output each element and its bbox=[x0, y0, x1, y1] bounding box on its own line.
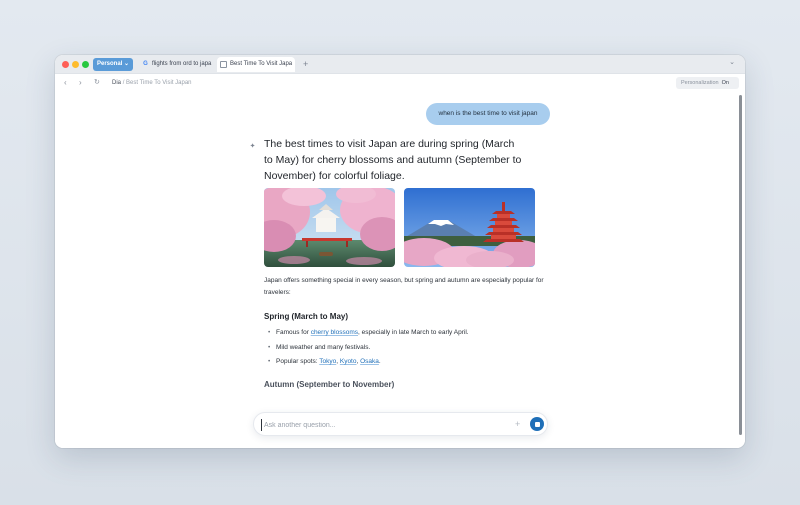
personalization-toggle[interactable]: Personalization On bbox=[676, 77, 739, 89]
personalization-state: On bbox=[721, 80, 729, 86]
spring-section-title: Spring (March to May) bbox=[264, 312, 349, 321]
tab-label: flights from ord to japa bbox=[152, 61, 212, 67]
profile-switcher[interactable]: Personal ⌄ bbox=[93, 58, 133, 71]
composer: + bbox=[253, 412, 548, 436]
tokyo-link[interactable]: Tokyo bbox=[319, 358, 336, 365]
list-item: Mild weather and many festivals. bbox=[268, 342, 548, 357]
new-tab-button[interactable]: + bbox=[303, 57, 308, 72]
breadcrumb-page: Best Time To Visit Japan bbox=[126, 80, 192, 86]
answer-headline: The best times to visit Japan are during… bbox=[264, 138, 522, 182]
scrollbar[interactable] bbox=[739, 95, 742, 435]
breadcrumb-separator: / bbox=[122, 80, 125, 86]
forward-arrow-icon[interactable]: › bbox=[79, 78, 82, 88]
user-message-bubble: when is the best time to visit japan bbox=[426, 103, 550, 125]
browser-window: Personal ⌄ G flights from ord to japa Be… bbox=[55, 55, 745, 448]
stop-icon bbox=[534, 421, 540, 427]
back-arrow-icon[interactable]: ‹ bbox=[64, 78, 67, 88]
kyoto-link[interactable]: Kyoto bbox=[340, 358, 357, 365]
bullet-text: Famous for bbox=[276, 329, 311, 336]
mount-fuji-pagoda-photo[interactable] bbox=[404, 188, 535, 267]
tab-label: Best Time To Visit Japa bbox=[230, 61, 293, 67]
breadcrumb: Dia / Best Time To Visit Japan bbox=[112, 80, 192, 86]
ask-input[interactable] bbox=[261, 419, 501, 431]
tab-list-chevron-icon[interactable]: ⌄ bbox=[729, 58, 735, 66]
intro-paragraph: Japan offers something special in every … bbox=[264, 277, 544, 296]
document-icon bbox=[220, 61, 227, 68]
cherry-blossom-photo[interactable] bbox=[264, 188, 395, 267]
bullet-text: . bbox=[378, 358, 381, 365]
profile-label: Personal bbox=[97, 61, 123, 67]
spring-bullet-list: Famous for cherry blossoms, especially i… bbox=[268, 327, 548, 371]
list-item: Famous for cherry blossoms, especially i… bbox=[268, 327, 548, 342]
tab-flights[interactable]: G flights from ord to japa bbox=[139, 57, 213, 72]
chat-content: when is the best time to visit japan ✦ T… bbox=[55, 93, 745, 448]
sparkle-icon: ✦ bbox=[249, 143, 256, 150]
osaka-link[interactable]: Osaka bbox=[360, 358, 379, 365]
bullet-text: Popular spots: bbox=[276, 358, 320, 365]
autumn-section-title: Autumn (September to November) bbox=[264, 380, 395, 389]
breadcrumb-root[interactable]: Dia bbox=[112, 80, 121, 86]
personalization-label: Personalization bbox=[681, 80, 719, 86]
list-item: Popular spots: Tokyo, Kyoto, Osaka. bbox=[268, 356, 548, 371]
add-attachment-button[interactable]: + bbox=[515, 418, 520, 430]
close-window-button[interactable] bbox=[62, 61, 69, 68]
tab-bar: Personal ⌄ G flights from ord to japa Be… bbox=[55, 55, 745, 74]
minimize-window-button[interactable] bbox=[72, 61, 79, 68]
reload-icon[interactable]: ↻ bbox=[94, 78, 100, 88]
toolbar: ‹ › ↻ Dia / Best Time To Visit Japan Per… bbox=[55, 74, 745, 93]
google-icon: G bbox=[143, 61, 148, 67]
cherry-blossoms-link[interactable]: cherry blossoms bbox=[311, 329, 358, 336]
stop-generation-button[interactable] bbox=[530, 417, 544, 431]
maximize-window-button[interactable] bbox=[82, 61, 89, 68]
chevron-down-icon: ⌄ bbox=[123, 61, 129, 67]
tab-best-time-japan[interactable]: Best Time To Visit Japa bbox=[217, 57, 295, 72]
bullet-text: , especially in late March to early Apri… bbox=[358, 329, 469, 336]
